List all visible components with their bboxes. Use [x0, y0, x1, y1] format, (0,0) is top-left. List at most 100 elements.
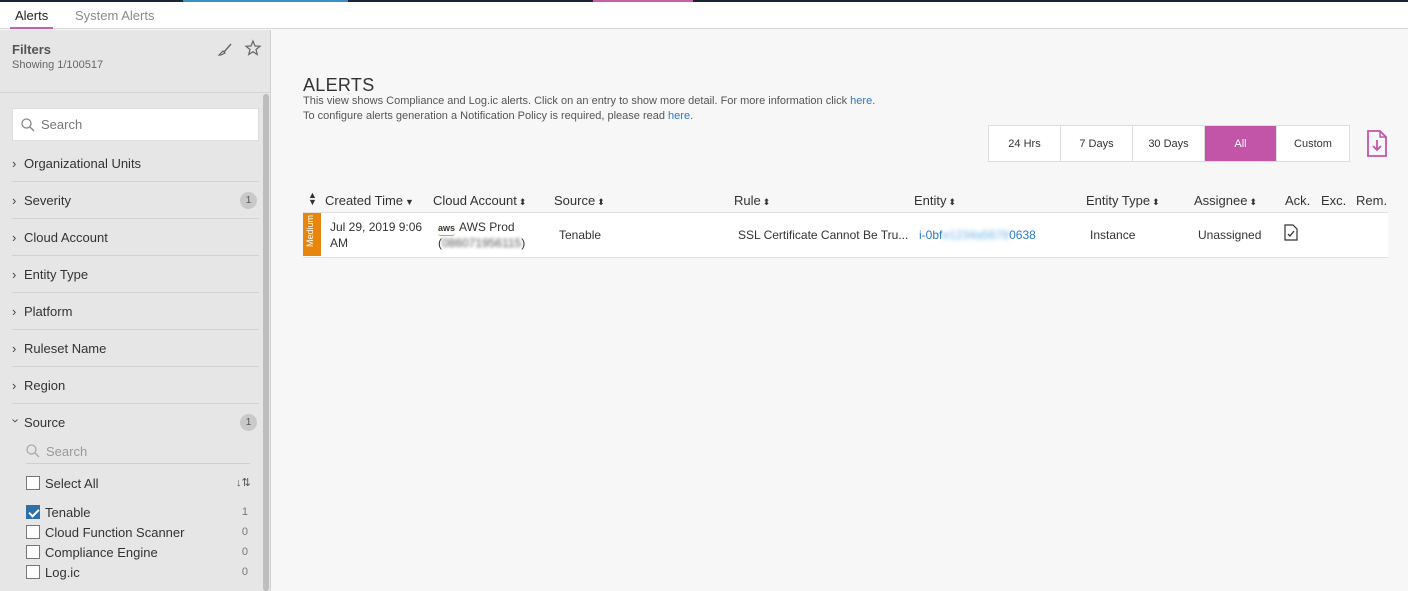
filters-title: Filters: [12, 42, 52, 57]
col-ack: Ack.: [1285, 193, 1311, 208]
source-cell: Tenable: [559, 228, 602, 242]
entity-id-start: i-0bf: [919, 228, 943, 242]
source-option-tenable[interactable]: Tenable 1: [26, 503, 250, 521]
select-all-option[interactable]: Select All: [26, 474, 250, 492]
facet-label: Ruleset Name: [24, 340, 107, 356]
facet-label: Platform: [24, 303, 73, 319]
option-label: Select All: [45, 475, 99, 491]
chevron-right-icon: ›: [12, 303, 17, 319]
sidebar-divider: [0, 92, 271, 93]
paren-close: ): [521, 236, 526, 250]
option-count: 1: [241, 506, 248, 518]
facet-source[interactable]: › Source 1: [8, 404, 259, 441]
chevron-right-icon: ›: [12, 340, 17, 356]
filter-search-input[interactable]: [41, 117, 241, 132]
option-label: Tenable: [45, 504, 91, 520]
facet-ruleset-name[interactable]: › Ruleset Name: [12, 330, 259, 367]
col-created-time[interactable]: Created Time ▼: [325, 193, 414, 208]
range-all-button[interactable]: All: [1205, 126, 1277, 161]
col-entity[interactable]: Entity ⬍: [914, 193, 956, 208]
sidebar-scrollbar[interactable]: [263, 94, 269, 591]
assignee-cell: Unassigned: [1198, 228, 1262, 242]
chevron-right-icon: ›: [12, 377, 17, 393]
range-7days-button[interactable]: 7 Days: [1061, 126, 1133, 161]
chevron-right-icon: ›: [12, 192, 17, 208]
entity-id-redacted: e1234a5678: [942, 228, 1010, 242]
tab-system-alerts[interactable]: System Alerts: [75, 8, 154, 23]
col-rule[interactable]: Rule ⬍: [734, 193, 770, 208]
description-line-1: This view shows Compliance and Log.ic al…: [303, 95, 876, 107]
facet-cloud-account[interactable]: › Cloud Account: [12, 219, 259, 256]
entity-id-end: 0638: [1009, 228, 1036, 242]
aws-logo-icon: aws: [438, 223, 456, 236]
filter-search: [12, 108, 259, 141]
account-id-redacted: 086071956115: [442, 236, 522, 250]
col-source[interactable]: Source ⬍: [554, 193, 605, 208]
more-info-link[interactable]: here: [850, 95, 872, 107]
facet-region[interactable]: › Region: [12, 367, 259, 404]
facet-severity[interactable]: › Severity 1: [12, 182, 259, 219]
description-line-2: To configure alerts generation a Notific…: [303, 110, 694, 122]
facet-label: Severity: [24, 192, 71, 208]
sort-icon: ⬍: [597, 197, 605, 207]
source-option-logic[interactable]: Log.ic 0: [26, 563, 250, 581]
download-report-icon[interactable]: [1365, 130, 1389, 158]
select-all-checkbox[interactable]: [26, 476, 40, 490]
column-label: Created Time: [325, 193, 404, 208]
col-entity-type[interactable]: Entity Type ⬍: [1086, 193, 1160, 208]
sort-icon: ⬍: [518, 197, 527, 207]
facet-label: Organizational Units: [24, 155, 142, 171]
sort-desc-icon: ▼: [405, 197, 414, 207]
table-row[interactable]: Medium Jul 29, 2019 9:06 AM aws AWS Prod …: [303, 213, 1388, 258]
col-cloud-account[interactable]: Cloud Account ⬍: [433, 193, 526, 208]
col-assignee[interactable]: Assignee ⬍: [1194, 193, 1257, 208]
facet-label: Entity Type: [24, 266, 89, 282]
description-text: To configure alerts generation a Notific…: [303, 110, 665, 122]
main-content: ALERTS This view shows Compliance and Lo…: [272, 30, 1408, 591]
entity-link[interactable]: i-0bfe1234a56780638: [919, 228, 1036, 242]
facet-label: Cloud Account: [24, 229, 108, 245]
column-label: Assignee: [1194, 193, 1248, 208]
account-name: AWS Prod: [459, 220, 515, 234]
entity-type-cell: Instance: [1090, 228, 1136, 242]
checkbox[interactable]: [26, 545, 40, 559]
row-sort-icon[interactable]: ▲ ▼: [308, 191, 317, 207]
chevron-right-icon: ›: [12, 229, 17, 245]
range-custom-button[interactable]: Custom: [1277, 126, 1349, 161]
option-label: Compliance Engine: [45, 544, 158, 560]
sort-icon: ⬍: [1152, 197, 1160, 207]
sort-icon: ⬍: [762, 197, 771, 207]
favorite-star-icon[interactable]: [244, 39, 262, 57]
created-time-line1: Jul 29, 2019 9:06: [330, 220, 423, 234]
sort-icon: ⬍: [948, 197, 957, 207]
facet-entity-type[interactable]: › Entity Type: [12, 256, 259, 293]
chevron-down-icon: ›: [8, 418, 24, 423]
facet-platform[interactable]: › Platform: [12, 293, 259, 330]
source-option-compliance-engine[interactable]: Compliance Engine 0: [26, 543, 250, 561]
checkbox-checked[interactable]: [26, 505, 40, 519]
source-option-cloud-function-scanner[interactable]: Cloud Function Scanner 0: [26, 523, 250, 541]
filters-sidebar: Filters Showing 1/100517 › Organizationa…: [0, 30, 271, 591]
sort-order-icon[interactable]: ↓⇅: [236, 476, 251, 489]
column-label: Entity: [914, 193, 947, 208]
acknowledge-icon[interactable]: [1284, 224, 1298, 241]
notification-policy-link[interactable]: here: [668, 110, 690, 122]
clear-filters-icon[interactable]: [216, 40, 234, 58]
facet-organizational-units[interactable]: › Organizational Units: [12, 145, 259, 182]
column-label: Cloud Account: [433, 193, 517, 208]
tab-bar: Alerts System Alerts: [0, 2, 1408, 29]
range-30days-button[interactable]: 30 Days: [1133, 126, 1205, 161]
column-label: Entity Type: [1086, 193, 1151, 208]
option-label: Cloud Function Scanner: [45, 524, 185, 540]
tab-alerts[interactable]: Alerts: [9, 8, 54, 29]
cloud-account-name: aws AWS Prod: [438, 220, 515, 236]
cloud-account-id: (086071956115): [438, 236, 525, 250]
checkbox[interactable]: [26, 525, 40, 539]
option-count: 0: [241, 526, 248, 538]
severity-badge: Medium: [303, 213, 321, 256]
range-24hrs-button[interactable]: 24 Hrs: [989, 126, 1061, 161]
checkbox[interactable]: [26, 565, 40, 579]
search-icon: [21, 117, 35, 131]
time-range-selector: 24 Hrs 7 Days 30 Days All Custom: [988, 125, 1350, 162]
source-search-input[interactable]: [46, 443, 226, 459]
